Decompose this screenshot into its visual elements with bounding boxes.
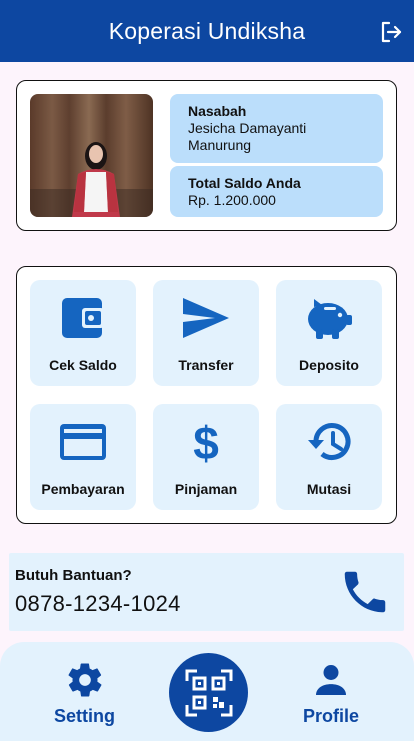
help-title: Butuh Bantuan? — [15, 567, 132, 584]
nav-setting[interactable]: Setting — [54, 660, 115, 727]
gear-icon — [68, 663, 101, 697]
profile-photo — [30, 94, 153, 217]
nav-profile[interactable]: Profile — [303, 660, 359, 727]
menu-pinjaman[interactable]: $ Pinjaman — [153, 404, 259, 510]
call-button[interactable] — [338, 565, 392, 624]
nav-setting-label: Setting — [54, 706, 115, 726]
nasabah-label: Nasabah — [188, 103, 247, 119]
dollar-icon: $ — [193, 419, 219, 465]
menu-label: Pinjaman — [174, 481, 238, 497]
menu-cek-saldo[interactable]: Cek Saldo — [30, 280, 136, 386]
menu-pembayaran[interactable]: Pembayaran — [30, 404, 136, 510]
saldo-label: Total Saldo Anda — [188, 175, 301, 191]
profile-card: Nasabah Jesicha Damayanti Manurung Total… — [16, 80, 397, 231]
phone-icon — [344, 571, 386, 613]
logout-icon — [381, 21, 402, 43]
nasabah-name: Jesicha Damayanti Manurung — [188, 120, 307, 153]
app-bar: Koperasi Undiksha — [0, 0, 414, 62]
app-title: Koperasi Undiksha — [108, 17, 306, 44]
piggy-bank-icon — [308, 299, 352, 339]
history-icon — [308, 423, 351, 460]
menu-transfer[interactable]: Transfer — [153, 280, 259, 386]
menu-label: Cek Saldo — [49, 357, 117, 373]
qr-code-scan-icon — [185, 669, 232, 716]
menu-label: Pembayaran — [41, 481, 125, 497]
nasabah-info: Nasabah Jesicha Damayanti Manurung — [170, 94, 383, 163]
help-section: Butuh Bantuan? 0878-1234-1024 — [9, 553, 404, 631]
saldo-info: Total Saldo Anda Rp. 1.200.000 — [170, 166, 383, 217]
svg-text:$: $ — [193, 419, 219, 465]
menu-mutasi[interactable]: Mutasi — [276, 404, 382, 510]
logout-button[interactable] — [378, 19, 404, 45]
menu-label: Transfer — [178, 357, 234, 373]
nav-profile-label: Profile — [303, 706, 360, 726]
help-phone-number: 0878-1234-1024 — [15, 591, 181, 616]
credit-card-icon — [60, 424, 106, 460]
qr-scan-button[interactable] — [169, 653, 248, 732]
send-icon — [183, 298, 229, 338]
person-icon — [316, 665, 346, 695]
wallet-icon — [62, 298, 104, 338]
menu-card: Cek Saldo Transfer Deposito Pembayaran $… — [16, 266, 397, 524]
menu-deposito[interactable]: Deposito — [276, 280, 382, 386]
saldo-value: Rp. 1.200.000 — [188, 192, 276, 208]
menu-label: Deposito — [299, 357, 359, 373]
menu-label: Mutasi — [306, 481, 352, 497]
